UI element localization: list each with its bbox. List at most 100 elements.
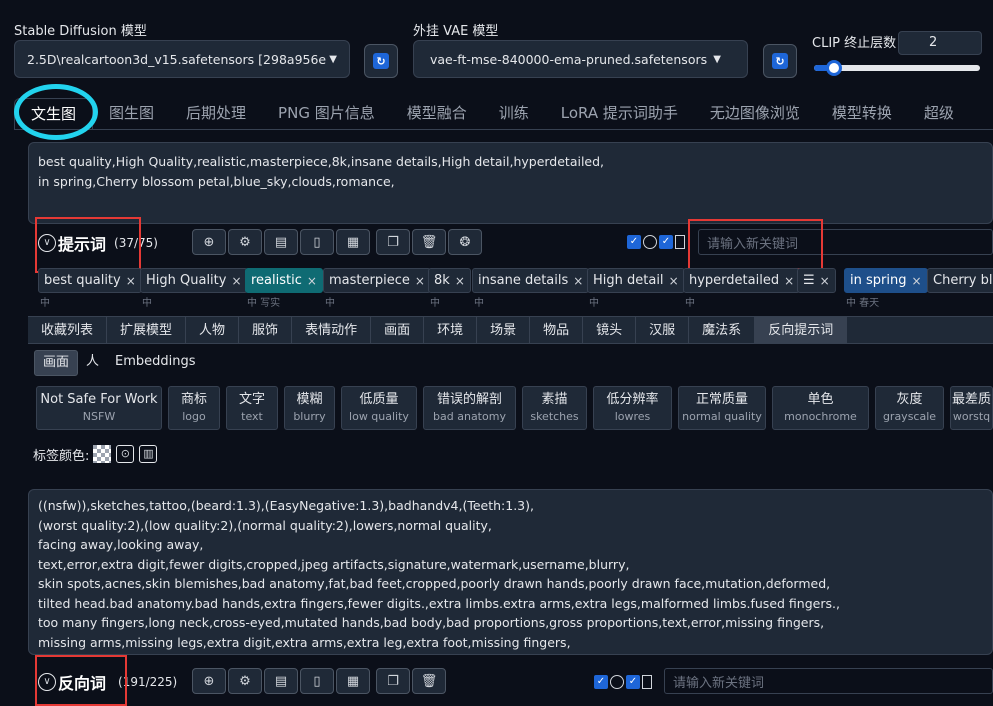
close-icon[interactable]: ×	[820, 274, 830, 288]
negative-tag-button[interactable]: 商标 logo	[168, 386, 220, 430]
category-tab-8[interactable]: 物品	[530, 317, 584, 343]
close-icon[interactable]: ×	[126, 274, 136, 288]
prompt-chip[interactable]: realistic ×	[245, 268, 323, 293]
prompt-chip[interactable]: 8k ×	[428, 268, 471, 293]
copy-icon[interactable]: ❐	[376, 668, 410, 694]
translate-icon[interactable]: ▦	[336, 229, 370, 255]
negative-tag-button[interactable]: 灰度 grayscale	[875, 386, 944, 430]
category-tab-5[interactable]: 画面	[371, 317, 425, 343]
sub-tab-2[interactable]: Embeddings	[107, 350, 204, 376]
negative-tag-button[interactable]: 模糊 blurry	[284, 386, 335, 430]
palette-icon[interactable]: ▥	[139, 445, 158, 463]
tab-9[interactable]: 超级	[908, 98, 970, 129]
prompt-text: best quality,High Quality,realistic,mast…	[38, 154, 605, 189]
refresh-icon: ↻	[772, 53, 788, 69]
bookmark-icon[interactable]: ▯	[300, 229, 334, 255]
refresh-icon: ↻	[373, 53, 389, 69]
bookmark-icon[interactable]: ▯	[300, 668, 334, 694]
ai-icon[interactable]: ❂	[448, 229, 482, 255]
checkbox-icon[interactable]: ✓	[594, 674, 608, 689]
translate-icon[interactable]: ▦	[336, 668, 370, 694]
globe-icon[interactable]: ⊕	[192, 668, 226, 694]
close-icon[interactable]: ×	[573, 274, 583, 288]
negative-tag-button[interactable]: 低质量 low quality	[341, 386, 417, 430]
tab-6[interactable]: LoRA 提示词助手	[545, 98, 694, 129]
negative-tag-button[interactable]: 错误的解剖 bad anatomy	[423, 386, 516, 430]
close-icon[interactable]: ×	[231, 274, 241, 288]
tab-5[interactable]: 训练	[483, 98, 545, 129]
category-tab-9[interactable]: 镜头	[583, 317, 637, 343]
prompt-chip-label: realistic	[251, 273, 302, 288]
close-icon[interactable]: ×	[669, 274, 679, 288]
negative-tag-button[interactable]: Not Safe For Work NSFW	[36, 386, 162, 430]
negative-tag-button[interactable]: 单色 monochrome	[772, 386, 869, 430]
category-tab-6[interactable]: 环境	[424, 317, 478, 343]
prompt-chip[interactable]: best quality ×	[38, 268, 142, 293]
close-icon[interactable]: ×	[455, 274, 465, 288]
negative-tag-button[interactable]: 文字 text	[226, 386, 278, 430]
vae-refresh-button[interactable]: ↻	[763, 44, 797, 78]
history-icon[interactable]: ▤	[264, 229, 298, 255]
negative-prompt-textarea[interactable]: ((nsfw)),sketches,tattoo,(beard:1.3),(Ea…	[28, 489, 993, 655]
copy-icon[interactable]: ❐	[376, 229, 410, 255]
prompt-chip[interactable]: High Quality ×	[140, 268, 248, 293]
close-icon[interactable]: ×	[784, 274, 794, 288]
trash-icon[interactable]: 🗑	[412, 668, 446, 694]
sub-tab-1[interactable]: 人	[78, 350, 107, 376]
history-icon[interactable]: ▤	[264, 668, 298, 694]
negative-tag-button[interactable]: 正常质量 normal quality	[678, 386, 766, 430]
category-tab-11[interactable]: 魔法系	[689, 317, 756, 343]
tab-7[interactable]: 无边图像浏览	[694, 98, 816, 129]
trash-icon[interactable]: 🗑	[412, 229, 446, 255]
tab-1[interactable]: 图生图	[93, 98, 170, 129]
gear-icon[interactable]: ⚙	[228, 668, 262, 694]
category-tab-1[interactable]: 扩展模型	[107, 317, 187, 343]
prompt-chip[interactable]: hyperdetailed ×	[683, 268, 801, 293]
close-icon[interactable]: ×	[911, 274, 921, 288]
clip-slider-track[interactable]	[814, 60, 980, 76]
category-tab-7[interactable]: 场景	[477, 317, 531, 343]
category-tab-2[interactable]: 人物	[186, 317, 240, 343]
sub-tab-0[interactable]: 画面	[34, 350, 79, 376]
category-tab-10[interactable]: 汉服	[636, 317, 690, 343]
tab-4[interactable]: 模型融合	[391, 98, 483, 129]
prompt-chip[interactable]: High detail ×	[587, 268, 685, 293]
prompt-chip[interactable]: insane details ×	[472, 268, 590, 293]
prompt-chip-label: masterpiece	[329, 273, 410, 288]
clock-icon	[643, 234, 657, 249]
category-tab-4[interactable]: 表情动作	[292, 317, 372, 343]
negative-tag-button[interactable]: 最差质 worstq	[950, 386, 993, 430]
prompt-chip[interactable]: ☰ ×	[797, 268, 836, 293]
clip-slider-thumb[interactable]	[825, 60, 842, 76]
prompt-chip-translation: 中 写实	[247, 298, 281, 309]
close-icon[interactable]: ×	[307, 274, 317, 288]
negative-tag-button[interactable]: 素描 sketches	[522, 386, 587, 430]
category-tab-3[interactable]: 服饰	[239, 317, 293, 343]
globe-icon[interactable]: ⊕	[192, 229, 226, 255]
tab-3[interactable]: PNG 图片信息	[262, 98, 391, 129]
vae-select[interactable]: vae-ft-mse-840000-ema-pruned.safetensors…	[413, 40, 748, 78]
prompt-chip[interactable]: in spring ×	[844, 268, 928, 293]
category-tab-0[interactable]: 收藏列表	[28, 317, 108, 343]
prompt-chip[interactable]: masterpiece ×	[323, 268, 431, 293]
reset-icon[interactable]: ⊙	[116, 445, 135, 463]
checkbox-icon[interactable]: ✓	[626, 674, 640, 689]
negative-tag-sub: grayscale	[882, 410, 937, 423]
close-icon[interactable]: ×	[415, 274, 425, 288]
gear-icon[interactable]: ⚙	[228, 229, 262, 255]
category-tab-12[interactable]: 反向提示词	[755, 317, 848, 343]
sd-model-refresh-button[interactable]: ↻	[364, 44, 398, 78]
prompt-chip-translation: 中	[474, 298, 484, 309]
tab-8[interactable]: 模型转换	[816, 98, 908, 129]
checkbox-icon[interactable]: ✓	[659, 234, 673, 249]
negative-tag-button[interactable]: 低分辨率 lowres	[593, 386, 672, 430]
clip-number-input[interactable]: 2	[898, 31, 982, 55]
tab-2[interactable]: 后期处理	[170, 98, 262, 129]
checkbox-icon[interactable]: ✓	[627, 234, 641, 249]
negative-keyword-input[interactable]: 请输入新关键词	[664, 668, 993, 694]
prompt-chip[interactable]: Cherry blo	[927, 268, 993, 293]
sd-model-select[interactable]: 2.5D\realcartoon3d_v15.safetensors [298a…	[14, 40, 350, 78]
prompt-textarea[interactable]: best quality,High Quality,realistic,mast…	[28, 142, 993, 224]
negative-tag-label: 低质量	[359, 392, 399, 407]
color-swatch-icon[interactable]	[93, 445, 112, 463]
